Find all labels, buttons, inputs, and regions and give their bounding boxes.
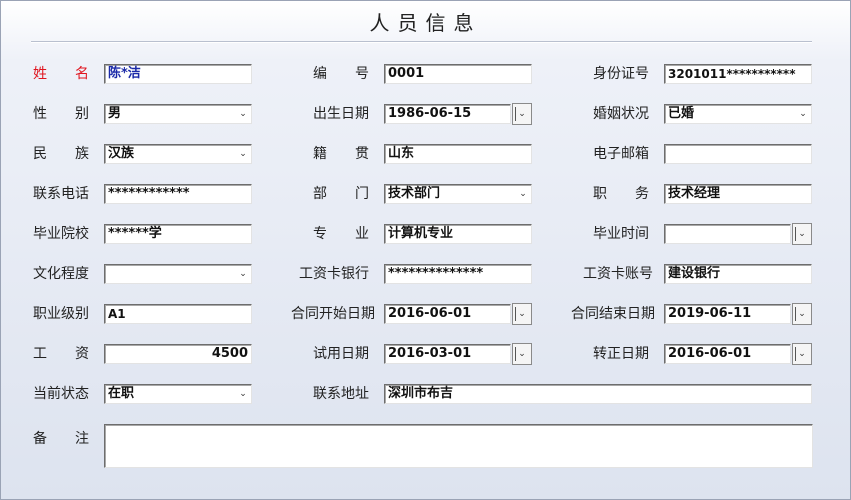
grad-date-picker-button[interactable]: ⌄ bbox=[792, 223, 812, 245]
marital-label: 婚姻状况 bbox=[593, 106, 649, 122]
status-value: 在职 bbox=[108, 386, 135, 401]
ethnicity-value: 汉族 bbox=[108, 146, 135, 161]
chevron-down-icon: ⌄ bbox=[798, 349, 806, 359]
native-place-field[interactable]: 山东 bbox=[384, 144, 532, 164]
birth-date-field[interactable]: 1986-06-15 bbox=[384, 104, 511, 124]
chevron-down-icon: ⌄ bbox=[518, 109, 526, 119]
ethnicity-label: 民 族 bbox=[33, 146, 89, 162]
gender-select[interactable]: 男 ⌄ bbox=[104, 104, 252, 124]
grad-date-field[interactable] bbox=[664, 224, 791, 244]
chevron-down-icon: ⌄ bbox=[799, 109, 807, 119]
department-label: 部 门 bbox=[313, 186, 369, 202]
name-field[interactable]: 陈*洁 bbox=[104, 64, 252, 84]
probation-date-label: 试用日期 bbox=[313, 346, 369, 362]
address-field[interactable]: 深圳市布吉 bbox=[384, 384, 812, 404]
regular-date-field[interactable]: 2016-06-01 bbox=[664, 344, 791, 364]
chevron-down-icon: ⌄ bbox=[239, 389, 247, 399]
native-place-label: 籍 贯 bbox=[313, 146, 369, 162]
phone-field[interactable]: ************ bbox=[104, 184, 252, 204]
salary-account-label: 工资卡账号 bbox=[583, 266, 653, 282]
job-level-field[interactable]: A1 bbox=[104, 304, 252, 324]
chevron-down-icon: ⌄ bbox=[798, 309, 806, 319]
salary-bank-field[interactable]: ************** bbox=[384, 264, 532, 284]
email-label: 电子邮箱 bbox=[593, 146, 649, 162]
salary-account-field[interactable]: 建设银行 bbox=[664, 264, 812, 284]
chevron-down-icon: ⌄ bbox=[518, 349, 526, 359]
major-field[interactable]: 计算机专业 bbox=[384, 224, 532, 244]
remarks-textarea[interactable] bbox=[104, 424, 813, 468]
remarks-label: 备 注 bbox=[33, 431, 89, 447]
probation-date-picker-button[interactable]: ⌄ bbox=[512, 343, 532, 365]
title-divider bbox=[31, 41, 812, 43]
birth-date-picker-button[interactable]: ⌄ bbox=[512, 103, 532, 125]
employee-info-window: 人员信息 姓 名 陈*洁 编 号 0001 身份证号 3201011******… bbox=[0, 0, 851, 500]
ethnicity-select[interactable]: 汉族 ⌄ bbox=[104, 144, 252, 164]
marital-value: 已婚 bbox=[668, 106, 695, 121]
department-value: 技术部门 bbox=[388, 186, 441, 201]
chevron-down-icon: ⌄ bbox=[798, 229, 806, 239]
major-label: 专 业 bbox=[313, 226, 369, 242]
chevron-down-icon: ⌄ bbox=[239, 149, 247, 159]
grad-date-label: 毕业时间 bbox=[593, 226, 649, 242]
salary-field[interactable]: 4500 bbox=[104, 344, 252, 364]
status-label: 当前状态 bbox=[33, 386, 89, 402]
chevron-down-icon: ⌄ bbox=[518, 309, 526, 319]
salary-label: 工 资 bbox=[33, 346, 89, 362]
contract-start-picker-button[interactable]: ⌄ bbox=[512, 303, 532, 325]
job-level-label: 职业级别 bbox=[33, 306, 89, 322]
probation-date-field[interactable]: 2016-03-01 bbox=[384, 344, 511, 364]
position-label: 职 务 bbox=[593, 186, 649, 202]
regular-date-picker-button[interactable]: ⌄ bbox=[792, 343, 812, 365]
address-label: 联系地址 bbox=[313, 386, 369, 402]
name-label: 姓 名 bbox=[33, 66, 89, 82]
contract-start-field[interactable]: 2016-06-01 bbox=[384, 304, 511, 324]
id-card-label: 身份证号 bbox=[593, 66, 649, 82]
contract-end-field[interactable]: 2019-06-11 bbox=[664, 304, 791, 324]
position-field[interactable]: 技术经理 bbox=[664, 184, 812, 204]
phone-label: 联系电话 bbox=[33, 186, 89, 202]
chevron-down-icon: ⌄ bbox=[239, 269, 247, 279]
chevron-down-icon: ⌄ bbox=[239, 109, 247, 119]
contract-end-picker-button[interactable]: ⌄ bbox=[792, 303, 812, 325]
contract-end-label: 合同结束日期 bbox=[571, 306, 655, 322]
code-label: 编 号 bbox=[313, 66, 369, 82]
window-title: 人员信息 bbox=[369, 11, 482, 35]
marital-select[interactable]: 已婚 ⌄ bbox=[664, 104, 812, 124]
department-select[interactable]: 技术部门 ⌄ bbox=[384, 184, 532, 204]
chevron-down-icon: ⌄ bbox=[519, 189, 527, 199]
education-select[interactable]: ⌄ bbox=[104, 264, 252, 284]
school-label: 毕业院校 bbox=[33, 226, 89, 242]
school-field[interactable]: ******学 bbox=[104, 224, 252, 244]
education-label: 文化程度 bbox=[33, 266, 89, 282]
email-field[interactable] bbox=[664, 144, 812, 164]
contract-start-label: 合同开始日期 bbox=[291, 306, 375, 322]
birth-date-label: 出生日期 bbox=[313, 106, 369, 122]
gender-label: 性 别 bbox=[33, 106, 89, 122]
id-card-field[interactable]: 3201011*********** bbox=[664, 64, 812, 84]
salary-bank-label: 工资卡银行 bbox=[299, 266, 369, 282]
status-select[interactable]: 在职 ⌄ bbox=[104, 384, 252, 404]
code-field[interactable]: 0001 bbox=[384, 64, 532, 84]
gender-value: 男 bbox=[108, 106, 122, 121]
regular-date-label: 转正日期 bbox=[593, 346, 649, 362]
